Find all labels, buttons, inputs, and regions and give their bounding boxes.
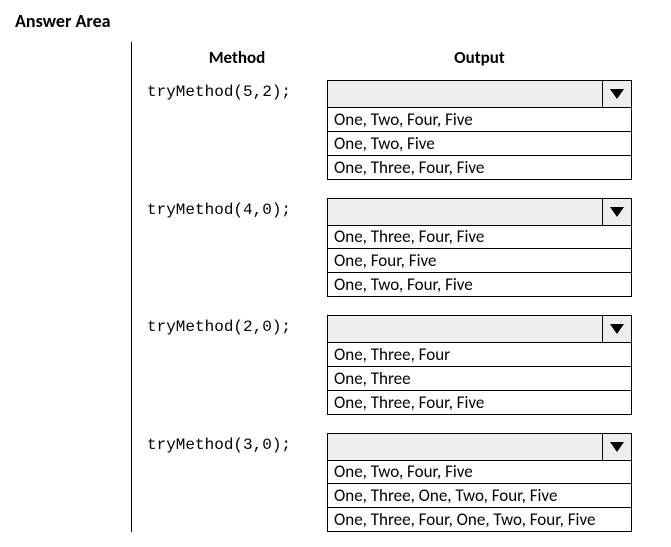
dropdown-option[interactable]: One, Three, Four, Five	[327, 156, 632, 180]
question-row-2: tryMethod(4,0); One, Three, Four, Five O…	[147, 198, 656, 298]
method-label: tryMethod(4,0);	[147, 198, 327, 298]
dropdown-option[interactable]: One, Two, Four, Five	[327, 107, 632, 132]
method-header: Method	[147, 47, 327, 68]
dropdown-option[interactable]: One, Two, Five	[327, 132, 632, 156]
output-header: Output	[327, 47, 632, 68]
answer-area: Method Output tryMethod(5,2); One, Two, …	[131, 42, 656, 532]
dropdown-select[interactable]	[327, 80, 632, 108]
header-row: Method Output	[147, 47, 656, 68]
dropdown-select[interactable]	[327, 315, 632, 343]
chevron-down-icon	[603, 434, 631, 460]
dropdown-value	[328, 316, 603, 342]
method-label: tryMethod(2,0);	[147, 315, 327, 415]
output-dropdown-4: One, Two, Four, Five One, Three, One, Tw…	[327, 433, 632, 533]
output-dropdown-1: One, Two, Four, Five One, Two, Five One,…	[327, 80, 632, 180]
dropdown-option[interactable]: One, Three, Four	[327, 342, 632, 367]
dropdown-value	[328, 81, 603, 107]
dropdown-option[interactable]: One, Two, Four, Five	[327, 273, 632, 297]
dropdown-value	[328, 434, 603, 460]
chevron-down-icon	[603, 81, 631, 107]
method-label: tryMethod(5,2);	[147, 80, 327, 180]
method-label: tryMethod(3,0);	[147, 433, 327, 533]
dropdown-select[interactable]	[327, 198, 632, 226]
dropdown-option[interactable]: One, Three, Four, Five	[327, 224, 632, 249]
dropdown-value	[328, 199, 603, 225]
output-dropdown-2: One, Three, Four, Five One, Four, Five O…	[327, 198, 632, 298]
dropdown-option[interactable]: One, Three, One, Two, Four, Five	[327, 484, 632, 508]
chevron-down-icon	[603, 316, 631, 342]
question-row-3: tryMethod(2,0); One, Three, Four One, Th…	[147, 315, 656, 415]
dropdown-option[interactable]: One, Two, Four, Five	[327, 459, 632, 484]
dropdown-option[interactable]: One, Four, Five	[327, 249, 632, 273]
chevron-down-icon	[603, 199, 631, 225]
question-row-1: tryMethod(5,2); One, Two, Four, Five One…	[147, 80, 656, 180]
dropdown-select[interactable]	[327, 433, 632, 461]
dropdown-option[interactable]: One, Three, Four, Five	[327, 391, 632, 415]
question-row-4: tryMethod(3,0); One, Two, Four, Five One…	[147, 433, 656, 533]
output-dropdown-3: One, Three, Four One, Three One, Three, …	[327, 315, 632, 415]
dropdown-option[interactable]: One, Three	[327, 367, 632, 391]
page-title: Answer Area	[15, 10, 656, 32]
dropdown-option[interactable]: One, Three, Four, One, Two, Four, Five	[327, 508, 632, 532]
